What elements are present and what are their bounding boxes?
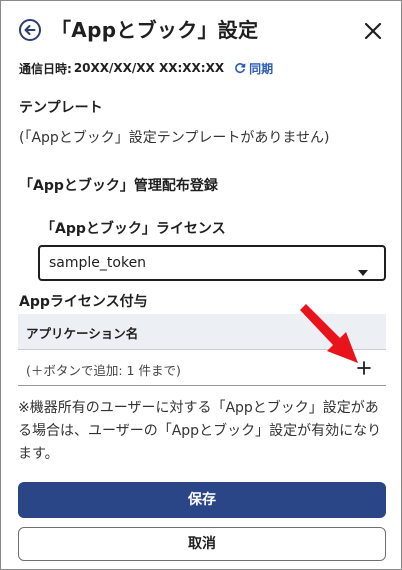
back-arrow-icon[interactable] <box>19 19 41 41</box>
template-empty-message: (「Appとブック」設定テンプレートがありません) <box>19 130 330 146</box>
close-icon[interactable] <box>363 21 383 41</box>
sync-label: 通信日時: <box>19 61 72 76</box>
license-select-value: sample_token <box>49 255 147 271</box>
sync-link[interactable]: 同期 <box>234 60 273 77</box>
app-name-column-header: アプリケーション名 <box>26 326 139 341</box>
template-heading: テンプレート <box>19 100 103 116</box>
app-license-heading: Appライセンス付与 <box>19 294 148 310</box>
cancel-button[interactable]: 取消 <box>18 527 386 561</box>
caret-down-icon <box>358 261 368 280</box>
management-heading: 「Appとブック」管理配布登録 <box>19 178 218 194</box>
save-button[interactable]: 保存 <box>18 482 386 518</box>
license-heading: 「Appとブック」ライセンス <box>41 221 226 237</box>
refresh-icon <box>235 63 246 74</box>
dialog-title: 「Appとブック」設定 <box>51 18 259 42</box>
app-table-empty-hint: (＋ボタンで追加: 1 件まで) <box>26 363 181 378</box>
license-select[interactable]: sample_token <box>38 245 386 281</box>
red-arrow-icon <box>296 301 362 371</box>
settings-dialog: 「Appとブック」設定 通信日時: 20XX/XX/XX XX:XX:XX 同期… <box>0 0 402 570</box>
sync-timestamp: 20XX/XX/XX XX:XX:XX <box>73 61 225 75</box>
settings-note: ※機器所有のユーザーに対する「Appとブック」設定がある場合は、ユーザーの「Ap… <box>18 400 382 462</box>
sync-status-row: 通信日時: 20XX/XX/XX XX:XX:XX 同期 <box>19 60 273 76</box>
dialog-header: 「Appとブック」設定 <box>1 1 401 59</box>
sync-link-label: 同期 <box>249 61 274 76</box>
